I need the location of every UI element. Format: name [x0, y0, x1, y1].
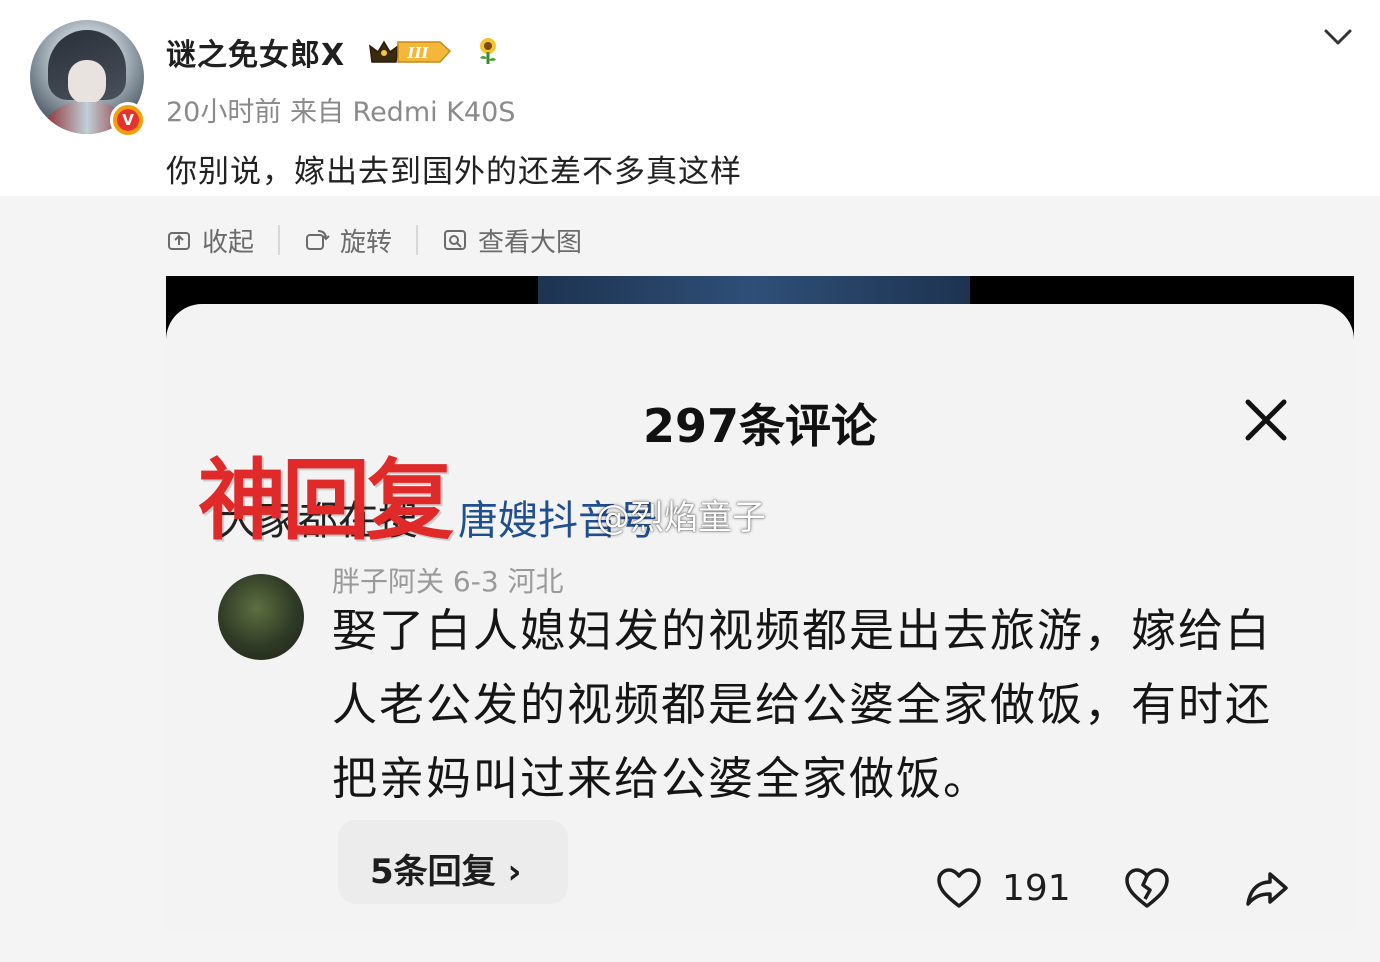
watermark: @烈焰童子	[596, 498, 766, 538]
image-toolbar: 收起 旋转 查看大图	[166, 222, 582, 258]
avatar-face	[68, 60, 106, 104]
chevron-down-icon[interactable]	[1322, 26, 1354, 48]
collapse-button[interactable]: 收起	[166, 222, 254, 259]
sunflower-icon	[480, 38, 496, 64]
verified-badge: V	[110, 102, 146, 138]
post-text: 你别说，嫁出去到国外的还差不多真这样	[166, 154, 742, 190]
like-count: 191	[1002, 868, 1071, 909]
vip-level-badge-icon[interactable]: III	[368, 36, 452, 66]
collapse-icon	[168, 232, 190, 250]
commenter-avatar	[218, 574, 304, 660]
comments-panel: 297条评论 大家都在搜：唐嫂抖音号 神回复 @烈焰童子 胖子阿关 6-3 河北…	[166, 304, 1354, 932]
username[interactable]: 谜之免女郎X	[166, 30, 345, 74]
rotate-label: 旋转	[340, 227, 393, 258]
view-large-label: 查看大图	[478, 227, 583, 258]
view-large-button[interactable]: 查看大图	[442, 222, 582, 259]
overlay-caption: 神回复	[198, 449, 454, 552]
broken-heart-icon	[1125, 868, 1169, 908]
share-icon	[1246, 872, 1288, 906]
replies-link: 5条回复 ›	[370, 852, 522, 892]
vip-level-text: III	[406, 44, 429, 62]
rotate-button[interactable]: 旋转	[304, 222, 392, 259]
collapse-label: 收起	[202, 227, 255, 258]
rotate-icon	[306, 230, 330, 250]
verified-v-icon: V	[117, 109, 139, 131]
post-time-source: 20小时前 来自 Redmi K40S	[166, 97, 516, 128]
close-icon	[1245, 399, 1287, 441]
comment-text: 娶了白人媳妇发的视频都是出去旅游，嫁给白人老公发的视频都是给公婆全家做饭，有时还…	[332, 604, 1273, 805]
post-image[interactable]: 297条评论 大家都在搜：唐嫂抖音号 神回复 @烈焰童子 胖子阿关 6-3 河北…	[166, 276, 1354, 932]
heart-icon	[937, 868, 981, 908]
toolbar-divider	[416, 225, 419, 255]
toolbar-divider	[278, 225, 281, 255]
view-large-icon	[444, 230, 467, 250]
